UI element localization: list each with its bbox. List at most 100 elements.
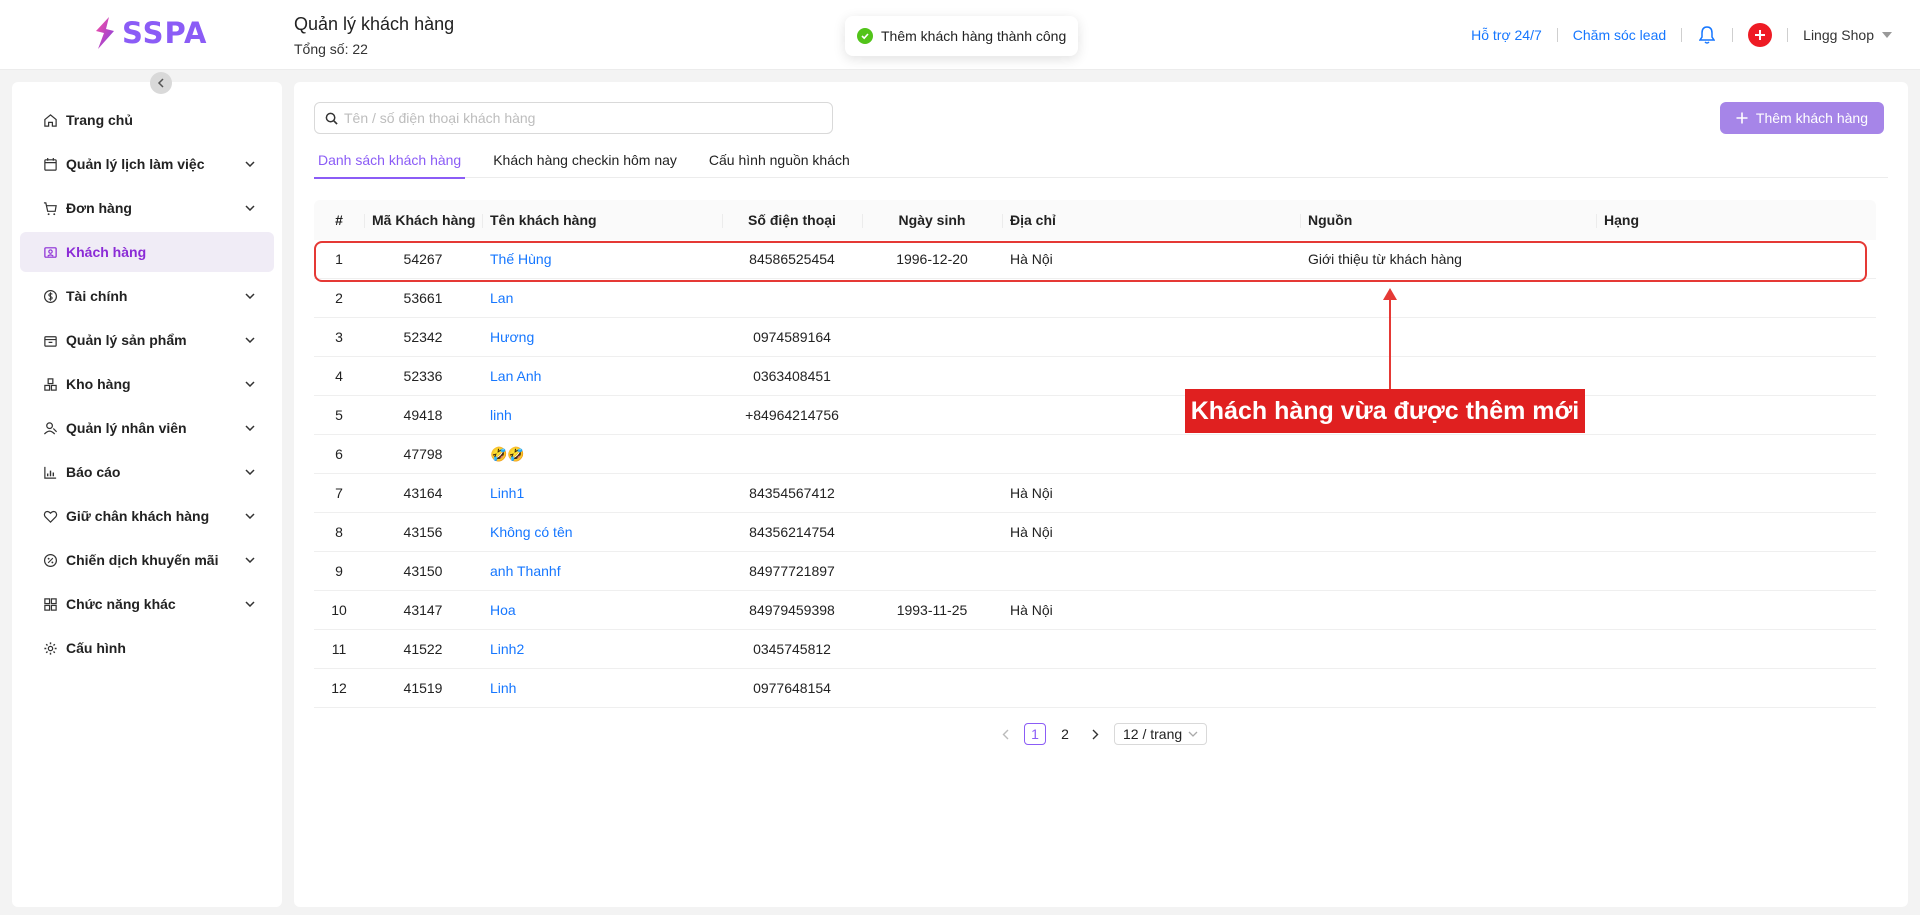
quick-add-icon[interactable] xyxy=(1748,23,1773,47)
phone-number: 84354567412 xyxy=(749,485,835,501)
divider xyxy=(1556,28,1558,42)
sidebar-item-schedule[interactable]: Quản lý lịch làm việc xyxy=(20,144,274,184)
customer-name-link[interactable]: Hương xyxy=(482,329,722,345)
calendar-icon xyxy=(42,156,58,172)
add-customer-label: Thêm khách hàng xyxy=(1755,110,1868,126)
brand-logo[interactable]: SSPA xyxy=(92,16,208,50)
customer-code: 41519 xyxy=(403,680,443,696)
phone-number: 84979459398 xyxy=(749,602,835,618)
bell-icon[interactable] xyxy=(1697,25,1717,45)
shop-selector[interactable]: Lingg Shop xyxy=(1803,27,1892,43)
table-row[interactable]: 7 43164 Linh1 84354567412 Hà Nội xyxy=(314,474,1876,513)
customer-name-link[interactable]: Linh2 xyxy=(482,641,722,657)
customer-name-link[interactable]: Linh1 xyxy=(482,485,722,501)
customer-code: 43156 xyxy=(403,524,443,540)
row-index: 8 xyxy=(335,524,343,540)
page-1-button[interactable]: 1 xyxy=(1024,723,1046,745)
table-header: # Mã Khách hàng Tên khách hàng Số điện t… xyxy=(314,200,1876,240)
page-2-button[interactable]: 2 xyxy=(1054,723,1076,745)
brand-name: SSPA xyxy=(122,16,208,50)
customer-name-link[interactable]: Linh xyxy=(482,680,722,696)
table-row[interactable]: 9 43150 anh Thanhf 84977721897 xyxy=(314,552,1876,591)
customer-name-link[interactable]: linh xyxy=(482,407,722,423)
sidebar-item-label: Chức năng khác xyxy=(66,596,176,612)
customer-code: 47798 xyxy=(403,446,443,462)
table-row[interactable]: 5 49418 linh +84964214756 xyxy=(314,396,1876,435)
sidebar-item-retention[interactable]: Giữ chân khách hàng xyxy=(20,496,274,536)
tab-source-config[interactable]: Cấu hình nguồn khách xyxy=(705,142,854,178)
sidebar-item-products[interactable]: Quản lý sản phẩm xyxy=(20,320,274,360)
table-row[interactable]: 11 41522 Linh2 0345745812 xyxy=(314,630,1876,669)
table-row[interactable]: 3 52342 Hương 0974589164 xyxy=(314,318,1876,357)
customer-name-link[interactable]: Không có tên xyxy=(482,524,722,540)
column-header: Hạng xyxy=(1596,212,1876,228)
table-row[interactable]: 4 52336 Lan Anh 0363408451 xyxy=(314,357,1876,396)
search-input[interactable] xyxy=(344,110,832,126)
toast-message: Thêm khách hàng thành công xyxy=(881,28,1067,44)
add-customer-button[interactable]: Thêm khách hàng xyxy=(1719,102,1884,134)
annotation-label: Khách hàng vừa được thêm mới xyxy=(1185,389,1585,433)
table-row[interactable]: 6 47798 🤣🤣 xyxy=(314,435,1876,474)
home-icon xyxy=(42,112,58,128)
dollar-icon xyxy=(42,288,58,304)
sidebar-item-finance[interactable]: Tài chính xyxy=(20,276,274,316)
column-header: Ngày sinh xyxy=(862,212,1002,228)
chevron-down-icon xyxy=(244,422,256,434)
total-count: Tổng số: 22 xyxy=(294,41,368,57)
cart-icon xyxy=(42,200,58,216)
customer-name-link[interactable]: Lan Anh xyxy=(482,368,722,384)
customer-name-link[interactable]: anh Thanhf xyxy=(482,563,722,579)
column-header: Mã Khách hàng xyxy=(364,212,482,228)
sidebar-item-home[interactable]: Trang chủ xyxy=(20,100,274,140)
tab-customer-list[interactable]: Danh sách khách hàng xyxy=(314,142,466,179)
row-index: 3 xyxy=(335,329,343,345)
table-row[interactable]: 12 41519 Linh 0977648154 xyxy=(314,669,1876,708)
support-link[interactable]: Hỗ trợ 24/7 xyxy=(1471,27,1542,43)
table-row[interactable]: 8 43156 Không có tên 84356214754 Hà Nội xyxy=(314,513,1876,552)
check-circle-icon xyxy=(857,28,873,44)
prev-page-button[interactable] xyxy=(994,723,1016,745)
row-index: 9 xyxy=(335,563,343,579)
phone-number: 0345745812 xyxy=(753,641,831,657)
sidebar-item-staff[interactable]: Quản lý nhân viên xyxy=(20,408,274,448)
table-row[interactable]: 10 43147 Hoa 84979459398 1993-11-25 Hà Nội xyxy=(314,591,1876,630)
row-index: 6 xyxy=(335,446,343,462)
row-index: 2 xyxy=(335,290,343,306)
divider xyxy=(1681,28,1683,42)
chevron-down-icon xyxy=(244,510,256,522)
customer-code: 43164 xyxy=(403,485,443,501)
customer-search[interactable] xyxy=(314,102,833,134)
sidebar-item-label: Giữ chân khách hàng xyxy=(66,508,210,524)
collapse-sidebar-button[interactable] xyxy=(150,72,172,94)
sidebar-item-orders[interactable]: Đơn hàng xyxy=(20,188,274,228)
main-content: Thêm khách hàng Danh sách khách hàng Khá… xyxy=(294,82,1908,907)
next-page-button[interactable] xyxy=(1084,723,1106,745)
customer-name-link[interactable]: 🤣🤣 xyxy=(482,446,722,463)
sidebar-item-customers[interactable]: Khách hàng xyxy=(20,232,274,272)
row-index: 4 xyxy=(335,368,343,384)
logo-icon xyxy=(96,17,114,49)
lead-care-link[interactable]: Chăm sóc lead xyxy=(1573,27,1666,43)
caret-down-icon xyxy=(1882,32,1892,38)
sidebar-item-promotions[interactable]: Chiến dịch khuyến mãi xyxy=(20,540,274,580)
page-size-select[interactable]: 12 / trang xyxy=(1114,723,1208,745)
sidebar-item-warehouse[interactable]: Kho hàng xyxy=(20,364,274,404)
table-row[interactable]: 2 53661 Lan xyxy=(314,279,1876,318)
sidebar-item-settings[interactable]: Cấu hình xyxy=(20,628,274,668)
sidebar-item-label: Trang chủ xyxy=(66,112,133,128)
tab-checkin-today[interactable]: Khách hàng checkin hôm nay xyxy=(489,142,681,178)
chevron-down-icon xyxy=(244,290,256,302)
sidebar-item-label: Chiến dịch khuyến mãi xyxy=(66,552,219,568)
chevron-right-icon xyxy=(1092,729,1098,739)
column-header: Tên khách hàng xyxy=(482,212,722,228)
sidebar-item-reports[interactable]: Báo cáo xyxy=(20,452,274,492)
customer-code: 52342 xyxy=(403,329,443,345)
column-header: Nguồn xyxy=(1300,212,1596,228)
customer-name-link[interactable]: Lan xyxy=(482,290,722,306)
warehouse-icon xyxy=(42,376,58,392)
customer-name-link[interactable]: Hoa xyxy=(482,602,722,618)
gear-icon xyxy=(42,640,58,656)
chevron-down-icon xyxy=(244,158,256,170)
sidebar-item-other[interactable]: Chức năng khác xyxy=(20,584,274,624)
birth-date: 1993-11-25 xyxy=(896,602,968,618)
